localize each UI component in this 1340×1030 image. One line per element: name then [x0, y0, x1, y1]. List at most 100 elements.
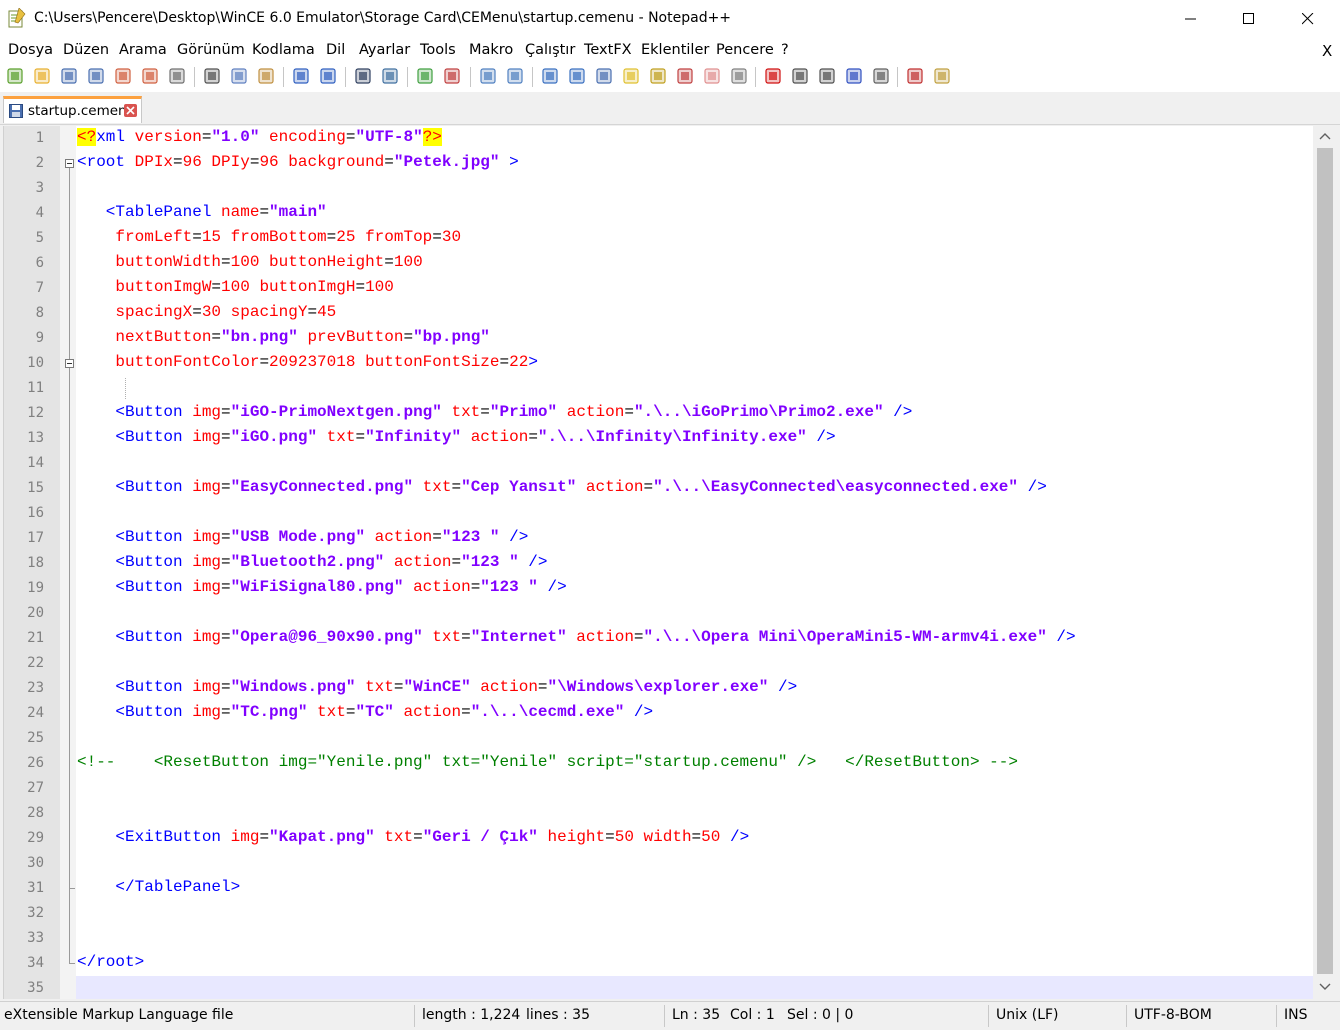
undo-icon[interactable]: [292, 67, 310, 85]
new-file-icon[interactable]: [6, 67, 24, 85]
status-col: Col : 1: [730, 1007, 775, 1023]
zoom-in-icon[interactable]: [416, 67, 434, 85]
editor-area[interactable]: 1 <?xml version="1.0" encoding="UTF-8"?> 2…: [3, 126, 1314, 999]
menu-textfx[interactable]: TextFX: [584, 42, 632, 58]
redo-icon[interactable]: [319, 67, 337, 85]
code-line: buttonImgW=100 buttonImgH=100: [77, 278, 394, 296]
close-all-icon[interactable]: [141, 67, 159, 85]
fold-end-marker: [69, 888, 75, 889]
udl-icon[interactable]: [622, 67, 640, 85]
paste-icon[interactable]: [257, 67, 275, 85]
menu-eklentiler[interactable]: Eklentiler: [641, 42, 709, 58]
close-document-button[interactable]: X: [1322, 42, 1332, 60]
monitor-icon[interactable]: [730, 67, 748, 85]
menu-help[interactable]: ?: [781, 42, 789, 58]
menu-arama[interactable]: Arama: [119, 42, 167, 58]
line-number: 24: [27, 705, 44, 721]
toolbar: [0, 62, 1340, 92]
maximize-button[interactable]: [1220, 0, 1278, 38]
print-icon[interactable]: [168, 67, 186, 85]
line-number: 9: [35, 330, 44, 346]
menu-kodlama[interactable]: Kodlama: [252, 42, 315, 58]
stop-macro-icon[interactable]: [791, 67, 809, 85]
menu-tools[interactable]: Tools: [420, 42, 456, 58]
status-length: length : 1,224: [422, 1007, 521, 1023]
fold-toggle-icon[interactable]: [65, 159, 74, 168]
line-number: 15: [27, 480, 44, 496]
sync-horizontal-icon[interactable]: [506, 67, 524, 85]
line-number: 11: [27, 380, 44, 396]
sync-vertical-icon[interactable]: [479, 67, 497, 85]
code-line: </root>: [77, 953, 145, 971]
toolbar-separator: [897, 67, 898, 87]
toolbar-separator: [194, 67, 195, 87]
code-line: <Button img="Windows.png" txt="WinCE" ac…: [77, 678, 798, 696]
plugin-icon[interactable]: [933, 67, 951, 85]
menu-pencere[interactable]: Pencere: [716, 42, 774, 58]
code-line: <Button img="iGO-PrimoNextgen.png" txt="…: [77, 403, 913, 421]
line-number: 23: [27, 680, 44, 696]
code-line: <Button img="TC.png" txt="TC" action=".\…: [77, 703, 654, 721]
code-line: buttonFontColor=209237018 buttonFontSize…: [77, 353, 538, 371]
find-icon[interactable]: [354, 67, 372, 85]
menu-gorunum[interactable]: Görünüm: [177, 42, 245, 58]
status-ln: Ln : 35: [672, 1007, 721, 1023]
save-macro-icon[interactable]: [872, 67, 890, 85]
doc-map-icon[interactable]: [649, 67, 667, 85]
menu-duzen[interactable]: Düzen: [63, 42, 109, 58]
scroll-down-icon[interactable]: [1313, 977, 1337, 997]
menu-calistir[interactable]: Çalıştır: [525, 42, 575, 58]
code-line: <Button img="Bluetooth2.png" action="123…: [77, 553, 548, 571]
notepad-icon: [8, 8, 26, 28]
code-line: <!-- <ResetButton img="Yenile.png" txt="…: [77, 753, 1018, 771]
run-macro-multiple-icon[interactable]: [845, 67, 863, 85]
replace-icon[interactable]: [381, 67, 399, 85]
save-all-icon[interactable]: [87, 67, 105, 85]
minimize-button[interactable]: [1162, 0, 1220, 38]
line-number: 25: [27, 730, 44, 746]
show-all-chars-icon[interactable]: [568, 67, 586, 85]
save-icon[interactable]: [60, 67, 78, 85]
line-number: 12: [27, 405, 44, 421]
menu-makro[interactable]: Makro: [469, 42, 513, 58]
play-macro-icon[interactable]: [818, 67, 836, 85]
indent-guide-icon[interactable]: [595, 67, 613, 85]
menu-dosya[interactable]: Dosya: [8, 42, 53, 58]
line-number: 20: [27, 605, 44, 621]
line-number: 4: [35, 205, 44, 221]
window-title: C:\Users\Pencere\Desktop\WinCE 6.0 Emula…: [34, 10, 732, 26]
cut-icon[interactable]: [203, 67, 221, 85]
toolbar-separator: [407, 67, 408, 87]
open-file-icon[interactable]: [33, 67, 51, 85]
scroll-thumb[interactable]: [1317, 148, 1333, 974]
tab-startup-cemenu[interactable]: startup.cemenu: [3, 96, 142, 123]
toolbar-separator: [283, 67, 284, 87]
record-macro-icon[interactable]: [764, 67, 782, 85]
zoom-out-icon[interactable]: [443, 67, 461, 85]
fold-toggle-icon[interactable]: [65, 359, 74, 368]
word-wrap-icon[interactable]: [541, 67, 559, 85]
minimize-icon: [1185, 18, 1196, 20]
copy-icon[interactable]: [230, 67, 248, 85]
line-number: 28: [27, 805, 44, 821]
status-eol[interactable]: Unix (LF): [996, 1007, 1059, 1023]
folder-workspace-icon[interactable]: [703, 67, 721, 85]
function-list-icon[interactable]: [676, 67, 694, 85]
close-tab-icon[interactable]: [124, 104, 137, 117]
close-file-icon[interactable]: [114, 67, 132, 85]
vertical-scrollbar[interactable]: [1313, 126, 1337, 999]
line-number: 17: [27, 530, 44, 546]
status-encoding[interactable]: UTF-8-BOM: [1134, 1007, 1212, 1023]
menu-dil[interactable]: Dil: [326, 42, 345, 58]
close-button[interactable]: [1279, 0, 1337, 38]
status-file-type: eXtensible Markup Language file: [4, 1007, 234, 1023]
line-number: 18: [27, 555, 44, 571]
line-number: 30: [27, 855, 44, 871]
spell-check-icon[interactable]: [906, 67, 924, 85]
status-ins-mode[interactable]: INS: [1284, 1007, 1308, 1023]
menu-ayarlar[interactable]: Ayarlar: [359, 42, 410, 58]
current-line-highlight: [76, 976, 1314, 999]
line-number: 22: [27, 655, 44, 671]
line-number: 1: [35, 130, 44, 146]
scroll-up-icon[interactable]: [1313, 126, 1337, 146]
